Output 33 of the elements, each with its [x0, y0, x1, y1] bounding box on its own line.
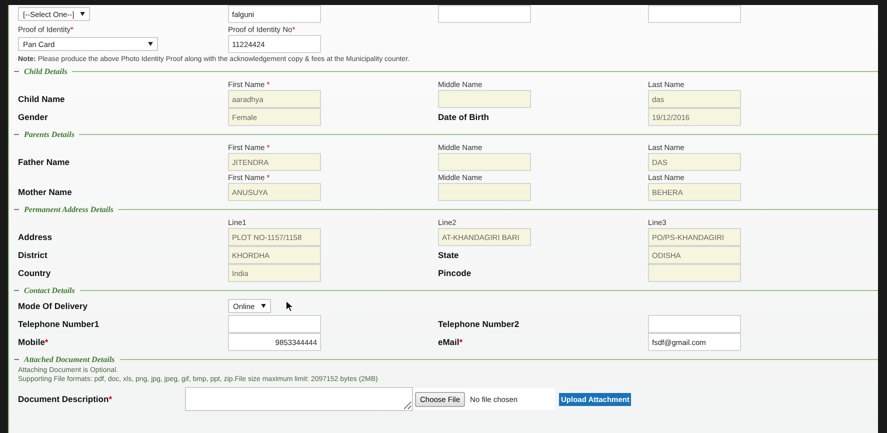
section-title: Permanent Address Details [24, 204, 114, 214]
input-field[interactable] [648, 5, 741, 23]
field-label: District [18, 250, 48, 260]
field-label: eMail* [438, 337, 463, 347]
description-textarea[interactable] [185, 387, 413, 411]
input-field[interactable] [438, 183, 531, 201]
input-field[interactable] [228, 315, 321, 333]
field-label: Mode Of Delivery [18, 301, 88, 311]
input-field[interactable] [648, 315, 741, 333]
field-label: Address [18, 232, 52, 242]
input-field[interactable] [438, 153, 531, 171]
section-title: Child Details [24, 66, 68, 76]
field-label: Mother Name [18, 187, 72, 197]
field-label: Father Name [18, 157, 70, 167]
section-title: Parents Details [24, 130, 74, 138]
caret-icon [260, 304, 266, 308]
section-title: Contact Details [24, 286, 75, 294]
field-label: Gender [18, 112, 48, 122]
field-label: Telephone Number1 [18, 319, 100, 329]
field-label: Date of Birth [438, 112, 489, 122]
section-title: Attached Document Details [24, 354, 115, 364]
input-field[interactable] [438, 90, 531, 108]
field-label: State [438, 250, 459, 260]
input-field[interactable] [648, 264, 741, 282]
caret-icon [80, 12, 86, 16]
field-label: Mobile* [18, 337, 48, 347]
field-label: Country [18, 268, 51, 278]
field-label: Telephone Number2 [438, 319, 520, 329]
field-label: Document Description* [18, 394, 113, 404]
field-label: Child Name [18, 94, 65, 104]
caret-icon [148, 42, 153, 46]
input-field[interactable] [438, 5, 531, 23]
field-label: Pincode [438, 268, 472, 278]
